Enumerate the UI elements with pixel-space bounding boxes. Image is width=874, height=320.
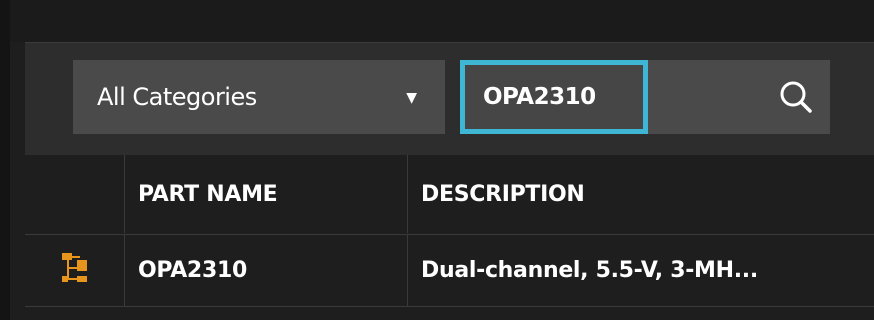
table-row[interactable]: OPA2310 Dual-channel, 5.5-V, 3-MH... <box>25 234 874 307</box>
column-header-icon <box>25 155 125 233</box>
row-icon-cell <box>25 235 125 306</box>
column-header-part-name[interactable]: PART NAME <box>125 155 408 233</box>
description-text: Dual-channel, 5.5-V, 3-MH... <box>421 258 758 283</box>
search-input[interactable] <box>460 60 648 134</box>
results-table: PART NAME DESCRIPTION OPA2310 Dual-chann… <box>25 155 874 320</box>
table-header-row: PART NAME DESCRIPTION <box>25 155 874 233</box>
search-icon[interactable] <box>776 77 816 117</box>
search-toolbar: All Categories ▼ <box>25 42 874 155</box>
description-cell: Dual-channel, 5.5-V, 3-MH... <box>408 235 874 306</box>
search-box <box>460 60 830 134</box>
column-header-description[interactable]: DESCRIPTION <box>408 155 874 233</box>
top-bar <box>10 0 874 42</box>
chevron-down-icon: ▼ <box>406 90 417 106</box>
part-name-cell[interactable]: OPA2310 <box>125 235 408 306</box>
window-left-edge <box>0 0 10 320</box>
hierarchy-icon <box>60 251 90 291</box>
category-dropdown[interactable]: All Categories ▼ <box>73 60 445 134</box>
category-dropdown-label: All Categories <box>97 83 257 111</box>
